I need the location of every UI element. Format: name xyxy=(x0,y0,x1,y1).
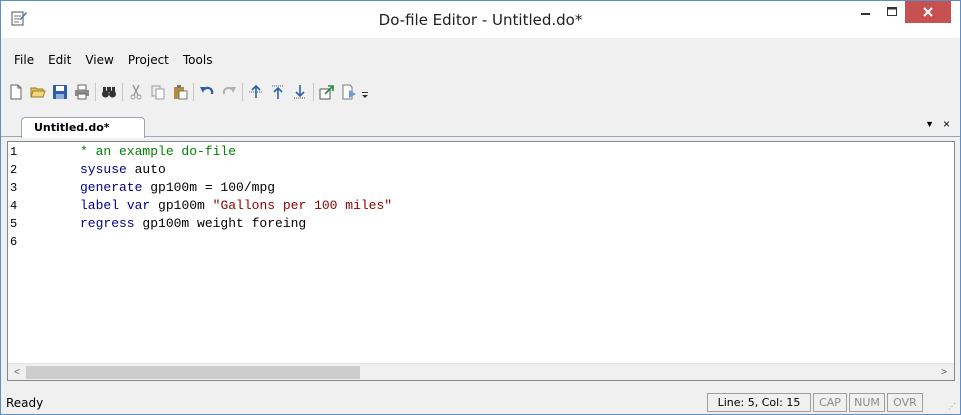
code-line[interactable]: label var gp100m "Gallons per 100 miles" xyxy=(80,198,392,214)
menu-tools[interactable]: Tools xyxy=(176,50,220,70)
resize-grip-icon[interactable]: ⋰ xyxy=(948,402,956,411)
menu-project[interactable]: Project xyxy=(121,50,176,70)
code-line[interactable]: sysuse auto xyxy=(80,162,166,178)
code-text: gp100m = 100/mpg xyxy=(142,180,276,195)
code-text-area[interactable]: * an example do-file sysuse auto generat… xyxy=(60,142,954,364)
code-keyword: var xyxy=(126,198,151,213)
open-folder-icon[interactable] xyxy=(27,81,49,103)
scroll-right-button[interactable]: > xyxy=(937,366,951,379)
menu-view[interactable]: View xyxy=(78,50,120,70)
code-keyword: label xyxy=(80,198,120,213)
line-number: 2 xyxy=(10,163,18,177)
redo-icon[interactable] xyxy=(218,81,240,103)
tab-close-icon[interactable]: × xyxy=(943,117,950,131)
toolbar-separator xyxy=(122,83,123,101)
status-text: Ready xyxy=(6,396,44,410)
toolbar-separator xyxy=(95,83,96,101)
print-icon[interactable] xyxy=(71,81,93,103)
close-button[interactable] xyxy=(905,1,951,23)
code-string: "Gallons per 100 miles" xyxy=(212,198,393,213)
code-keyword: regress xyxy=(80,216,135,231)
tab-untitled-do[interactable]: Untitled.do* xyxy=(21,117,145,138)
code-line[interactable]: generate gp100m = 100/mpg xyxy=(80,180,275,196)
cursor-position-indicator: Line: 5, Col: 15 xyxy=(707,393,811,412)
code-line[interactable]: regress gp100m weight foreing xyxy=(80,216,306,232)
toolbar-separator xyxy=(193,83,194,101)
menu-edit[interactable]: Edit xyxy=(41,50,78,70)
save-icon[interactable] xyxy=(49,81,71,103)
maximize-button[interactable] xyxy=(879,1,905,23)
line-number: 4 xyxy=(10,199,18,213)
show-file-in-viewer-icon[interactable] xyxy=(316,81,338,103)
num-lock-indicator: NUM xyxy=(849,393,885,412)
status-bar: Ready Line: 5, Col: 15 CAP NUM OVR ⋰ xyxy=(1,391,960,414)
new-document-icon[interactable] xyxy=(5,81,27,103)
find-icon[interactable] xyxy=(98,81,120,103)
copy-icon[interactable] xyxy=(147,81,169,103)
overwrite-mode-indicator: OVR xyxy=(887,393,923,412)
scroll-left-button[interactable]: < xyxy=(10,366,24,379)
line-number: 1 xyxy=(10,145,18,159)
do-file-editor-window: Do-file Editor - Untitled.do* File Edit … xyxy=(0,0,961,415)
line-number: 5 xyxy=(10,217,18,231)
caps-lock-indicator: CAP xyxy=(813,393,847,412)
execute-icon[interactable] xyxy=(338,81,360,103)
line-number: 6 xyxy=(10,235,18,249)
code-keyword: generate xyxy=(80,180,143,195)
toolbar xyxy=(3,79,485,105)
menu-file[interactable]: File xyxy=(7,50,41,70)
code-text: gp100m weight foreing xyxy=(134,216,307,231)
line-number-gutter: 1 2 3 4 5 6 xyxy=(8,142,60,364)
code-comment: * an example do-file xyxy=(80,144,237,159)
tab-list-dropdown-icon[interactable]: ▼ xyxy=(925,119,934,129)
toolbar-separator xyxy=(242,83,243,101)
previous-bookmark-icon[interactable] xyxy=(267,81,289,103)
code-keyword: sysuse xyxy=(80,162,127,177)
code-text: gp100m xyxy=(150,198,213,213)
code-line[interactable]: * an example do-file xyxy=(80,144,236,160)
undo-icon[interactable] xyxy=(196,81,218,103)
code-editor[interactable]: 1 2 3 4 5 6 * an example do-file sysuse … xyxy=(7,141,955,381)
menu-bar: File Edit View Project Tools xyxy=(1,50,219,70)
toggle-bookmark-icon[interactable] xyxy=(245,81,267,103)
horizontal-scrollbar[interactable]: < > xyxy=(8,363,954,380)
code-text: auto xyxy=(126,162,166,177)
next-bookmark-icon[interactable] xyxy=(289,81,311,103)
scrollbar-thumb[interactable] xyxy=(26,366,360,379)
title-bar[interactable]: Do-file Editor - Untitled.do* xyxy=(1,1,960,38)
toolbar-separator xyxy=(313,83,314,101)
document-tab-strip: Untitled.do* ▼ × xyxy=(1,115,960,138)
paste-icon[interactable] xyxy=(169,81,191,103)
window-title: Do-file Editor - Untitled.do* xyxy=(378,11,583,29)
minimize-button[interactable] xyxy=(853,1,879,23)
cut-icon[interactable] xyxy=(125,81,147,103)
toolbar-options-icon[interactable] xyxy=(360,81,370,103)
line-number: 3 xyxy=(10,181,18,195)
